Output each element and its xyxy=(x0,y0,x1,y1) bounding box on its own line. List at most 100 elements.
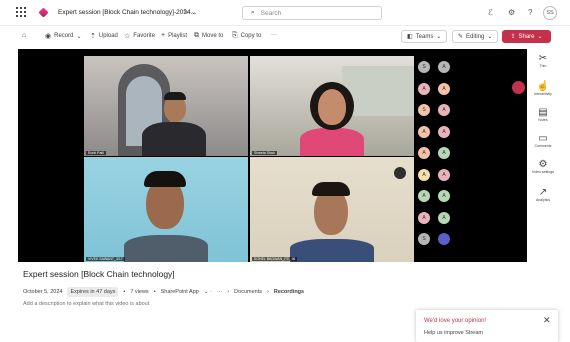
participant-hair xyxy=(164,92,186,100)
interactivity-label: Interactivity xyxy=(534,92,552,96)
interactivity-button[interactable]: ☝ Interactivity xyxy=(528,81,558,96)
notes-button[interactable]: ▤ Notes xyxy=(528,107,558,122)
participant-avatar: S xyxy=(418,61,430,73)
video-meta: October 5, 2024 Expires in 47 days • 7 v… xyxy=(23,287,305,297)
participant-avatar: S xyxy=(418,104,430,116)
breadcrumb-separator-icon: › xyxy=(267,289,269,295)
expiry-badge[interactable]: Expires in 47 days xyxy=(67,287,119,297)
feedback-link[interactable]: Help us improve Stream xyxy=(424,330,483,336)
command-bar: ⌂ ◉ Record ⌄ ⇡ Upload ☆ Favorite + Playlist … xyxy=(16,27,552,46)
favorite-label: Favorite xyxy=(133,33,155,39)
participant-avatar: A xyxy=(438,211,450,224)
search-box[interactable]: ⌕ Search xyxy=(242,6,382,20)
tile-name: Rohit Patil xyxy=(86,151,106,155)
editing-label: Editing xyxy=(466,33,485,40)
record-label: Record xyxy=(54,33,74,39)
breadcrumb-separator-icon: › xyxy=(227,289,230,295)
analytics-button[interactable]: ↗ Analytics xyxy=(528,187,558,202)
notes-icon: ▤ xyxy=(538,107,548,118)
comments-button[interactable]: ▭ Comments xyxy=(528,133,558,148)
editing-mode-button[interactable]: ✎ Editing ⌄ xyxy=(452,30,499,43)
star-icon: ☆ xyxy=(124,33,131,40)
feedback-heading: We'd love your opinion! xyxy=(424,318,487,324)
participant-avatar: A xyxy=(438,104,450,116)
app-launcher-icon[interactable] xyxy=(16,7,26,17)
upload-button[interactable]: ⇡ Upload xyxy=(90,32,118,40)
scissors-icon: ✂ xyxy=(538,53,548,64)
close-icon[interactable]: ✕ xyxy=(543,315,551,326)
record-icon: ◉ xyxy=(45,33,52,40)
trim-label: Trim xyxy=(539,64,547,68)
teams-icon: ◧ xyxy=(407,34,413,40)
site-link[interactable]: SharePoint App xyxy=(161,289,199,295)
share-button[interactable]: ⇪ Share ⌄ xyxy=(502,30,551,43)
favorite-button[interactable]: ☆ Favorite xyxy=(124,32,155,40)
move-icon: ⧉ xyxy=(194,32,199,39)
help-icon[interactable]: ? xyxy=(528,8,532,17)
avatar[interactable]: SS xyxy=(543,6,557,20)
video-player[interactable]: Rohit Patil Shweta Shah VIVEK SAWANT_3/1… xyxy=(18,49,527,262)
participant-avatar: A xyxy=(438,190,450,202)
participant-avatar: S xyxy=(418,233,430,245)
video-tile: Rohit Patil xyxy=(84,56,248,156)
playlist-label: Playlist xyxy=(168,32,188,39)
top-bar: Expert session [Block Chain technology]-… xyxy=(0,0,570,26)
tile-name: VIVEK SAWANT_3/17 xyxy=(86,257,125,261)
move-to-button[interactable]: ⧉ Move to xyxy=(194,32,223,40)
participant-avatar: A xyxy=(438,82,450,95)
trim-button[interactable]: ✂ Trim xyxy=(528,53,558,68)
video-settings-label: Video settings xyxy=(532,170,554,174)
participant-head xyxy=(318,89,346,125)
copy-to-button[interactable]: ⎘ Copy to xyxy=(232,32,261,40)
upload-label: Upload xyxy=(98,33,118,39)
video-date: October 5, 2024 xyxy=(23,289,63,295)
breadcrumb-documents[interactable]: Documents xyxy=(234,289,262,295)
record-button[interactable]: ◉ Record ⌄ xyxy=(45,32,81,40)
playlist-button[interactable]: + Playlist xyxy=(161,32,187,39)
teams-button[interactable]: ◧ Teams ⌄ xyxy=(401,30,448,43)
participant-avatar: A xyxy=(438,61,450,73)
participant-avatar: A xyxy=(418,82,430,95)
home-icon: ⌂ xyxy=(22,32,27,39)
wall-clock xyxy=(394,167,406,179)
document-title[interactable]: Expert session [Block Chain technology]-… xyxy=(58,9,196,16)
feedback-toast: We'd love your opinion! Help us improve … xyxy=(416,310,558,342)
record-indicator xyxy=(512,81,525,94)
comment-icon: ▭ xyxy=(538,133,548,144)
participant-body xyxy=(142,122,206,156)
analytics-label: Analytics xyxy=(535,198,550,202)
participant-avatar: A xyxy=(438,168,450,181)
participant-avatar: A xyxy=(418,211,430,224)
share-icon: ⇪ xyxy=(510,34,516,40)
view-count: 7 views xyxy=(130,289,149,295)
tile-name: Shweta Shah xyxy=(252,151,277,155)
participant-avatar: A xyxy=(418,190,430,202)
tile-name: SOHEL BAGWAN_ITE_36 xyxy=(252,257,298,261)
participant-avatar: A xyxy=(418,125,430,138)
video-tile: VIVEK SAWANT_3/17 xyxy=(84,157,248,262)
video-settings-icon: ⚙ xyxy=(538,159,548,170)
upload-icon: ⇡ xyxy=(90,33,96,40)
video-settings-button[interactable]: ⚙ Video settings xyxy=(528,159,558,174)
comments-label: Comments xyxy=(534,144,552,148)
video-tile: SOHEL BAGWAN_ITE_36 xyxy=(250,157,414,262)
share-label: Share xyxy=(518,33,535,40)
copilot-icon[interactable]: ℰ xyxy=(488,8,493,17)
participant-body xyxy=(124,235,208,262)
participant-body xyxy=(300,128,364,156)
interactivity-icon: ☝ xyxy=(536,81,550,92)
side-panel: ✂ Trim ☝ Interactivity ▤ Notes ▭ Comments ⚙ V… xyxy=(528,49,558,262)
video-title: Expert session [Block Chain technology] xyxy=(23,269,175,279)
more-button[interactable]: ··· xyxy=(271,32,277,38)
participant-avatar: A xyxy=(438,147,450,159)
home-button[interactable]: ⌂ xyxy=(22,32,26,39)
description-field[interactable]: Add a description to explain what this v… xyxy=(23,301,149,307)
breadcrumb-more[interactable]: ··· xyxy=(217,289,223,295)
pencil-icon: ✎ xyxy=(458,34,464,40)
copy-icon: ⎘ xyxy=(232,32,238,39)
rename-chevron-icon[interactable]: ✎ ⌄ xyxy=(183,8,197,16)
settings-icon[interactable]: ⚙ xyxy=(508,8,515,17)
participant-hair xyxy=(312,182,350,196)
breadcrumb-recordings[interactable]: Recordings xyxy=(274,289,304,295)
participant-avatar: A xyxy=(418,168,430,181)
